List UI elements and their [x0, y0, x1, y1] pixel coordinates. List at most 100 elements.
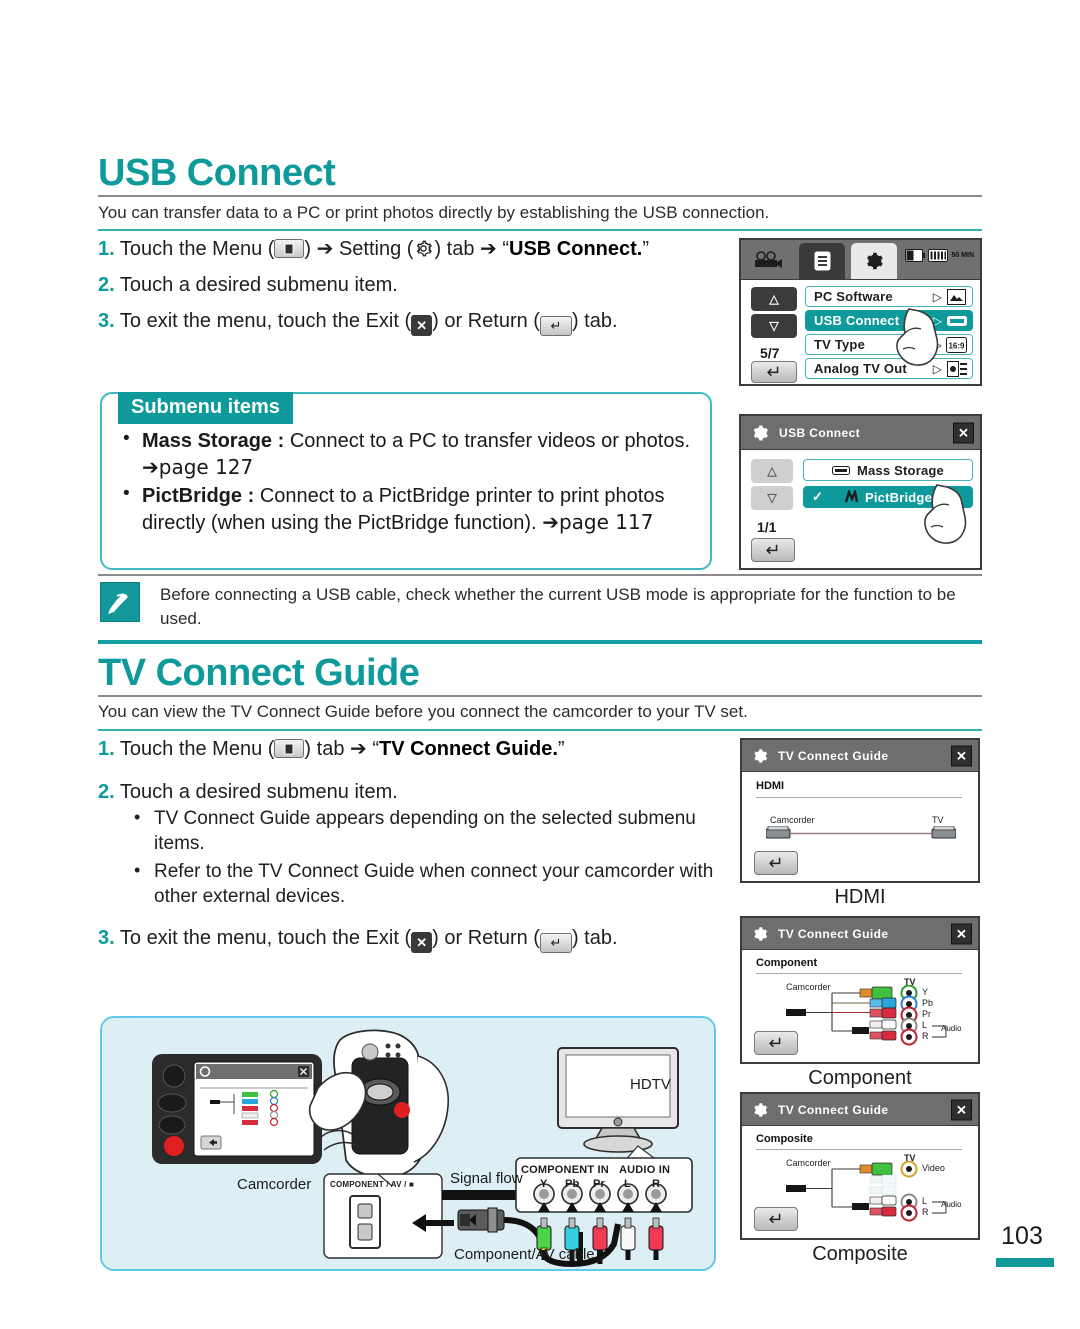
close-icon[interactable]: ✕ — [951, 1099, 972, 1120]
close-icon[interactable]: ✕ — [951, 745, 972, 766]
divider-under-usb-intro — [98, 229, 982, 231]
return-button[interactable]: ↵ — [751, 361, 797, 383]
page-indicator: 5/7 — [760, 345, 780, 361]
check-icon: ✓ — [812, 489, 823, 504]
pc-software-icon — [946, 288, 967, 305]
lcd-usb-connect-titlebar: USB Connect ✕ — [741, 416, 980, 450]
submenu-item-ref: ➔page 127 — [142, 455, 254, 480]
lcd-guide-title: TV Connect Guide — [778, 926, 889, 941]
analog-tv-out-icon — [946, 360, 967, 377]
usb-step-1-text-a: Touch the Menu ( — [119, 238, 275, 260]
lcd-guide-subtitle: Component — [756, 957, 818, 969]
menu-row-usb-connect[interactable]: USB Connect ▷ — [805, 310, 973, 331]
lcd-usb-connect: USB Connect ✕ ▵ ▿ 1/1 ↵ Mass Storage ✓ P… — [739, 414, 982, 570]
gear-icon — [413, 238, 434, 259]
scroll-down-button[interactable]: ▿ — [751, 314, 797, 338]
tv-step-2: 2. Touch a desired submenu item. — [98, 779, 738, 806]
close-icon[interactable]: ✕ — [953, 422, 974, 443]
usb-connect-icon — [946, 312, 967, 329]
submenu-item-title: PictBridge : — [142, 484, 255, 507]
menu-row-pc-software[interactable]: PC Software ▷ — [805, 286, 973, 307]
scroll-up-button[interactable]: ▵ — [751, 459, 793, 483]
gear-icon — [751, 925, 769, 943]
movie-mode-icon[interactable] — [751, 247, 785, 273]
tv-intro-text: You can view the TV Connect Guide before… — [98, 702, 748, 721]
return-icon: ↵ — [539, 316, 572, 336]
usb-step-1-text-b: ) ➔ Setting ( — [304, 238, 414, 260]
usb-step-1-text-c: ) tab ➔ “ — [434, 238, 509, 260]
tv-step-3-text-a: To exit the menu, touch the Exit ( — [119, 927, 412, 949]
composite-jack-l: L — [922, 1196, 928, 1206]
component-jack-l: L — [922, 1020, 928, 1030]
tv-type-icon: 16:9 — [946, 336, 967, 353]
mass-storage-icon — [832, 465, 851, 475]
caption-component: Component — [808, 1067, 912, 1089]
tv-step-1-number: 1. — [98, 738, 115, 760]
lcd-guide-composite-body: Composite Camcorder TV Video L R Audio ↵ — [742, 1127, 978, 1238]
usb-step-3-text-c: ) tab. — [571, 310, 618, 332]
tv-step-2-text: Touch a desired submenu item. — [119, 781, 398, 803]
tv-step-1-text-c: ” — [557, 738, 565, 760]
submenu-item-title: Mass Storage : — [142, 430, 285, 452]
return-button[interactable]: ↵ — [754, 1207, 798, 1231]
submenu-row-pictbridge[interactable]: ✓ PictBridge — [803, 486, 973, 508]
note-icon — [100, 582, 140, 622]
illustration-jack-y: Y — [540, 1178, 548, 1190]
lcd-guide-component: TV Connect Guide ✕ Component Camcorder T… — [740, 916, 980, 1064]
submenu-item-body: Connect to a PC to transfer videos or ph… — [289, 430, 691, 452]
submenu-arrow-icon: ▷ — [932, 337, 942, 352]
menu-icon — [274, 739, 305, 758]
page-title-usb-connect: USB Connect — [98, 152, 336, 194]
tab-menu[interactable] — [799, 243, 845, 279]
component-jack-pr: Pr — [922, 1009, 931, 1019]
lcd-guide-hdmi: TV Connect Guide ✕ HDMI Camcorder TV ↵ — [740, 738, 980, 883]
submenu-arrow-icon: ▷ — [932, 313, 942, 328]
usb-step-2-number: 2. — [98, 274, 115, 296]
tab-setting[interactable] — [851, 243, 897, 279]
tv-step-2-number: 2. — [98, 781, 115, 803]
memory-icon — [928, 249, 949, 262]
close-icon[interactable]: ✕ — [951, 923, 972, 944]
submenu-item-pictbridge: PictBridge : Connect to a PictBridge pri… — [118, 481, 696, 537]
svg-text:16:9: 16:9 — [948, 341, 965, 350]
caption-composite: Composite — [812, 1243, 908, 1265]
page-number-bar — [996, 1258, 1054, 1267]
divider-above-note — [98, 574, 982, 576]
connection-illustration: Camcorder HDTV Signal flow Component/AV … — [100, 1016, 716, 1271]
battery-icon — [905, 249, 926, 262]
submenu-row-mass-storage[interactable]: Mass Storage — [803, 459, 973, 481]
page-indicator: 1/1 — [757, 519, 777, 535]
lcd-status-icons: 50 MIN — [905, 249, 974, 262]
hdmi-cable-diagram — [766, 826, 956, 839]
hdmi-camcorder-label: Camcorder — [770, 815, 815, 825]
lcd-guide-title: TV Connect Guide — [778, 1102, 889, 1117]
tv-bullet-1: TV Connect Guide appears depending on th… — [128, 805, 728, 857]
menu-row-analog-tv-out[interactable]: Analog TV Out ▷ — [805, 358, 973, 379]
caption-hdmi: HDMI — [834, 886, 886, 908]
illustration-cable-label: Component/AV cable — [454, 1246, 595, 1263]
tv-bullet-2: Refer to the TV Connect Guide when conne… — [128, 858, 728, 910]
return-button[interactable]: ↵ — [754, 851, 798, 875]
tv-step-3-text-b: ) or Return ( — [432, 927, 540, 949]
page-number: 103 — [1001, 1222, 1043, 1250]
scroll-down-button[interactable]: ▿ — [751, 486, 793, 510]
tv-step-1-text-a: Touch the Menu ( — [119, 738, 275, 760]
composite-video-label: Video — [922, 1163, 945, 1173]
return-button[interactable]: ↵ — [751, 538, 795, 562]
lcd-guide-rule — [756, 797, 962, 798]
return-button[interactable]: ↵ — [754, 1031, 798, 1055]
illustration-jack-r: R — [652, 1178, 661, 1190]
usb-step-3-text-a: To exit the menu, touch the Exit ( — [119, 310, 412, 332]
illustration-signal-flow-label: Signal flow — [450, 1170, 523, 1187]
divider-under-usb-title — [98, 195, 982, 197]
exit-icon: ✕ — [411, 315, 433, 336]
tv-step-1-text-b: ) tab ➔ “ — [304, 738, 379, 760]
tv-step-1-bold: TV Connect Guide. — [378, 738, 558, 760]
divider-under-tv-title — [98, 695, 982, 697]
scroll-up-button[interactable]: ▵ — [751, 287, 797, 311]
menu-row-tv-type[interactable]: TV Type ▷ 16:9 — [805, 334, 973, 355]
divider-below-note — [98, 640, 982, 644]
submenu-item-ref: ➔page 117 — [542, 510, 654, 535]
menu-icon — [274, 239, 305, 258]
submenu-row-label: PictBridge — [864, 489, 932, 505]
